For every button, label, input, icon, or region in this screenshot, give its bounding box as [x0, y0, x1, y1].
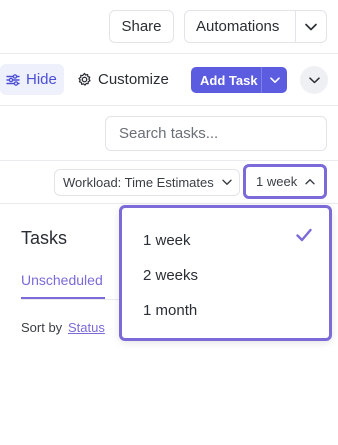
share-button[interactable]: Share: [109, 10, 174, 43]
automations-button[interactable]: Automations: [184, 10, 327, 43]
automations-label: Automations: [196, 18, 280, 35]
hide-button[interactable]: Hide: [0, 64, 64, 95]
filters-divider: [0, 203, 338, 204]
customize-button[interactable]: Customize: [77, 64, 169, 95]
tabs-divider: [21, 299, 119, 300]
sort-by-value[interactable]: Status: [68, 320, 105, 335]
dropdown-option-1-month[interactable]: 1 month: [143, 302, 197, 319]
check-icon: [296, 228, 312, 242]
add-task-label: Add Task: [200, 72, 258, 88]
tab-unscheduled[interactable]: Unscheduled: [21, 272, 103, 288]
header-divider: [0, 53, 338, 54]
chevron-down-icon: [222, 179, 232, 185]
add-task-button[interactable]: Add Task: [191, 67, 287, 93]
gear-icon: [78, 72, 91, 86]
chevron-down-icon: [308, 76, 320, 83]
search-input[interactable]: [105, 116, 327, 151]
time-range-label: 1 week: [256, 174, 298, 189]
chevron-down-icon[interactable]: [262, 76, 287, 84]
chevron-up-icon: [305, 179, 315, 185]
time-range-select[interactable]: 1 week: [243, 164, 327, 199]
sort-by-label: Sort by: [21, 320, 63, 335]
dropdown-option-2-weeks[interactable]: 2 weeks: [143, 267, 198, 284]
search-divider: [0, 160, 338, 161]
workload-label: Workload: Time Estimates: [63, 175, 214, 190]
customize-label: Customize: [98, 71, 169, 88]
tasks-title: Tasks: [21, 228, 68, 248]
toolbar-divider: [0, 105, 338, 106]
share-label: Share: [121, 18, 162, 35]
chevron-down-icon[interactable]: [296, 23, 326, 31]
dropdown-option-1-week[interactable]: 1 week: [143, 232, 191, 249]
sliders-icon: [6, 73, 20, 86]
workload-select[interactable]: Workload: Time Estimates: [54, 169, 240, 196]
more-options-button[interactable]: [300, 66, 328, 94]
time-range-dropdown: 1 week 2 weeks 1 month: [119, 205, 332, 341]
hide-label: Hide: [26, 71, 57, 88]
